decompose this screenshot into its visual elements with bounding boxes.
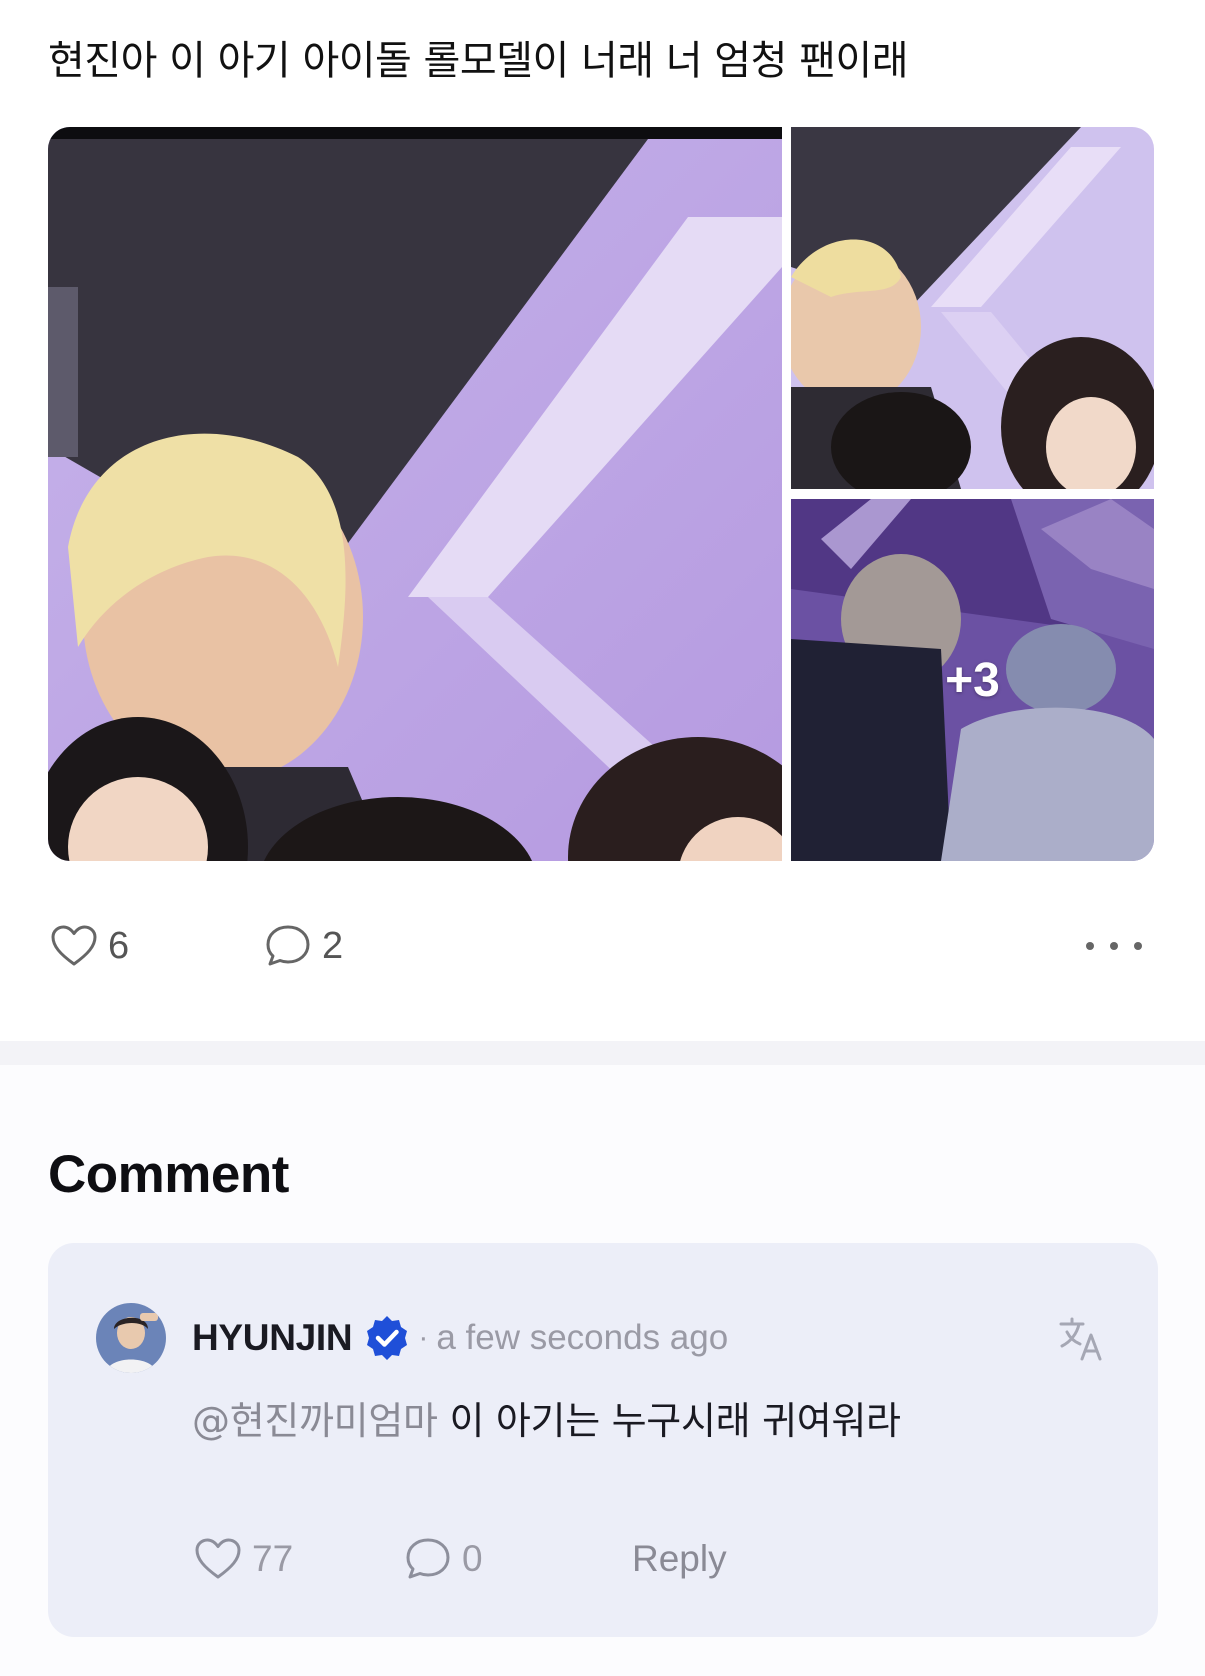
post-comment-button[interactable]: 2 [262,920,343,972]
section-divider [0,1041,1205,1065]
comment-actions: 77 0 Reply [192,1533,1092,1585]
post: 현진아 이 아기 아이돌 롤모델이 너래 너 엄청 팬이래 +3 6 2 [0,0,1205,1041]
comment-timestamp: a few seconds ago [436,1318,729,1357]
meta-separator: · [418,1321,429,1354]
post-image-3[interactable]: +3 [791,499,1154,861]
post-image-main[interactable] [48,127,782,861]
avatar[interactable] [96,1303,166,1373]
comment-author-name[interactable]: HYUNJIN [192,1317,353,1359]
heart-outline-icon [195,1538,241,1579]
post-image-2[interactable] [791,127,1154,489]
ellipsis-icon-dot [1110,942,1118,950]
more-options-button[interactable] [1082,920,1146,972]
comment-body: @현진까미엄마 이 아기는 누구시래 귀여워라 [192,1395,901,1447]
comment-like-count: 77 [252,1538,294,1579]
post-comment-count: 2 [322,924,344,967]
translate-icon[interactable] [1056,1313,1108,1365]
more-images-count[interactable]: +3 [791,499,1154,861]
post-text: 현진아 이 아기 아이돌 롤모델이 너래 너 엄청 팬이래 [48,38,909,84]
comment-card: HYUNJIN · a few seconds ago @현진까미엄마 이 아기… [48,1243,1158,1637]
ellipsis-icon-dot [1134,942,1142,950]
comment-section-title: Comment [48,1145,289,1204]
comment-author-line: HYUNJIN · a few seconds ago [192,1315,728,1361]
media-grid: +3 [48,127,1154,861]
comment-mention[interactable]: @현진까미엄마 [192,1399,438,1443]
comment-like-button[interactable]: 77 [192,1533,293,1585]
speech-bubble-icon [266,925,310,966]
speech-bubble-icon [406,1538,450,1579]
verified-badge-icon [367,1316,408,1360]
comment-reply-count-button[interactable]: 0 [402,1533,483,1585]
comment-section: Comment HYUNJIN · a few seconds ago @현진까… [0,1065,1205,1676]
post-actions: 6 2 [48,920,1154,972]
ellipsis-icon-dot [1086,942,1094,950]
post-detail-page: 현진아 이 아기 아이돌 롤모델이 너래 너 엄청 팬이래 +3 6 2 Com… [0,0,1205,1676]
reply-button[interactable]: Reply [632,1533,727,1585]
comment-reply-count: 0 [462,1538,483,1579]
post-like-button[interactable]: 6 [48,920,129,972]
comment-text: 이 아기는 누구시래 귀여워라 [437,1399,901,1443]
heart-outline-icon [51,925,97,966]
post-like-count: 6 [108,924,130,967]
